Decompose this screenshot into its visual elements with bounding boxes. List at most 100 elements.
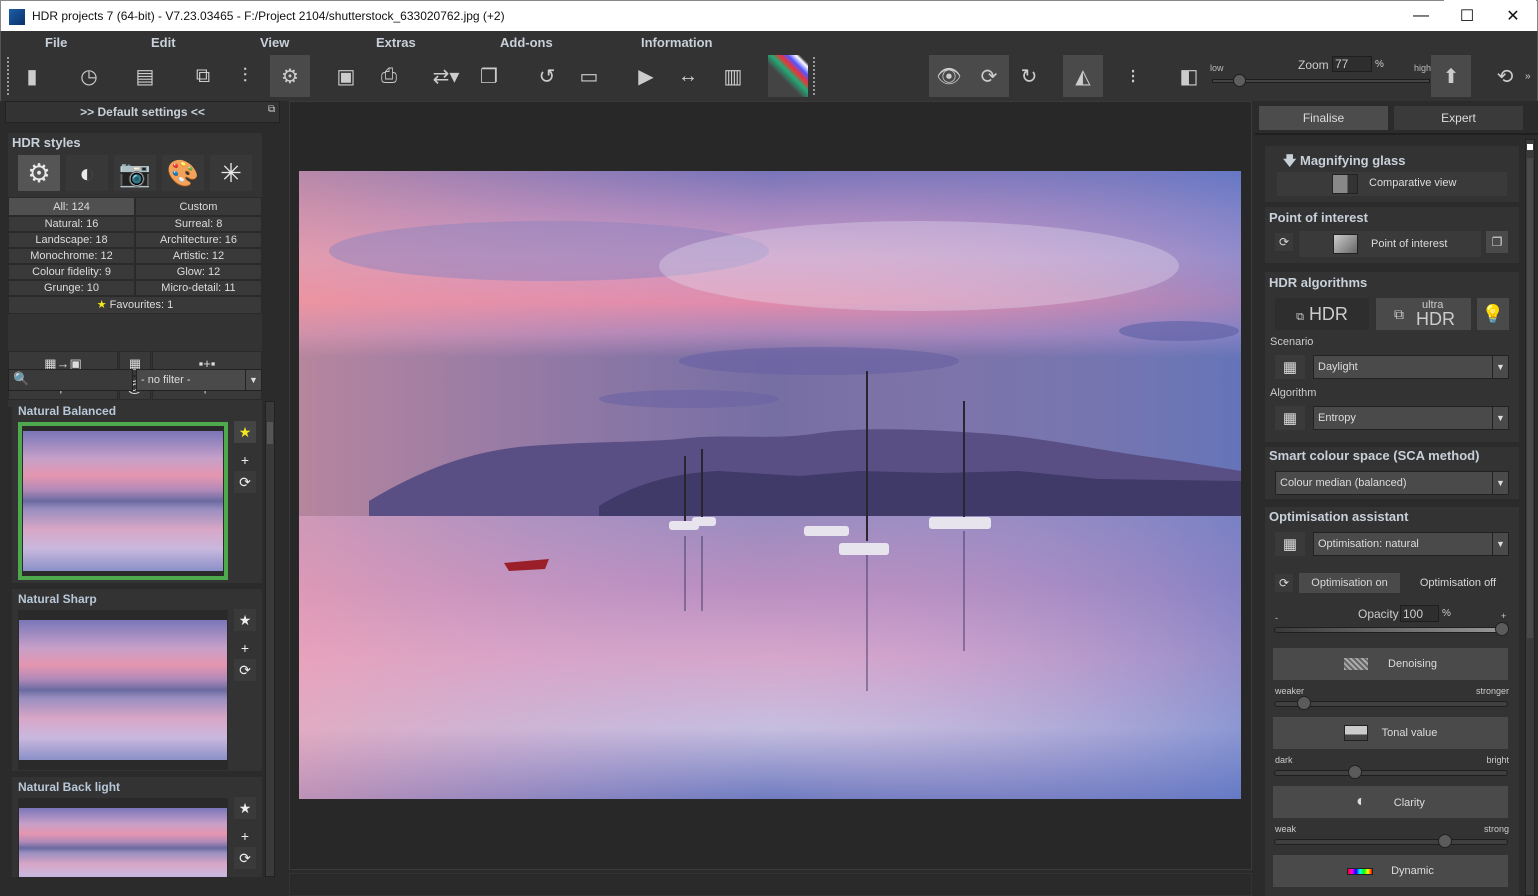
close-button[interactable]: ✕ (1490, 0, 1536, 31)
refresh-icon[interactable]: ⟳ (234, 659, 256, 681)
optimisation-browse-icon[interactable]: ▦ (1275, 532, 1305, 556)
category-glow[interactable]: Glow: 12 (135, 264, 262, 280)
filmstrip-icon[interactable]: ▭ (569, 55, 609, 97)
menu-extras[interactable]: Extras (376, 35, 416, 50)
open-project-icon[interactable]: ▤ (125, 55, 165, 97)
chevron-down-icon[interactable]: ▼ (245, 370, 261, 390)
quality-high-icon[interactable]: ⬆ (1431, 55, 1471, 97)
minimize-button-2[interactable]: — (1398, 0, 1444, 31)
category-artistic[interactable]: Artistic: 12 (135, 248, 262, 264)
category-favourites[interactable]: ★ Favourites: 1 (8, 296, 262, 314)
opacity-slider[interactable] (1274, 622, 1509, 636)
mirror-split-icon[interactable]: ◭ (1063, 55, 1103, 97)
comparative-view-button[interactable]: Comparative view (1277, 172, 1507, 196)
copy-icon[interactable]: ❐ (469, 55, 509, 97)
category-natural[interactable]: Natural: 16 (8, 216, 135, 232)
dynamic-button[interactable]: Dynamic (1273, 855, 1508, 887)
preset-list-scrollbar[interactable] (265, 401, 275, 877)
optimisation-off-button[interactable]: Optimisation off (1407, 573, 1509, 593)
preview-eye-icon[interactable]: 👁 (929, 55, 969, 97)
main-photo[interactable] (299, 171, 1241, 799)
batch-settings-icon[interactable]: ⚙ (270, 55, 310, 97)
chevron-down-icon[interactable]: ▼ (1492, 407, 1508, 429)
denoising-slider[interactable] (1274, 696, 1508, 710)
sparkle-icon[interactable]: ✳ (210, 155, 252, 191)
menu-information[interactable]: Information (641, 35, 713, 50)
save-icon[interactable]: ▣ (326, 55, 366, 97)
menu-view[interactable]: View (260, 35, 289, 50)
category-custom[interactable]: Custom (135, 197, 262, 216)
scenario-select[interactable]: Daylight ▼ (1313, 355, 1509, 379)
chevron-down-icon[interactable]: ▼ (1492, 533, 1508, 555)
redo-icon[interactable]: ↻ (1009, 55, 1049, 97)
preset-thumbnail[interactable] (19, 808, 227, 877)
add-icon[interactable]: + (234, 449, 256, 471)
search-input-box[interactable]: 🔍 (8, 369, 133, 391)
opacity-input[interactable] (1400, 605, 1439, 622)
chevron-down-icon[interactable]: ▼ (1492, 472, 1508, 494)
menu-add-ons[interactable]: Add-ons (500, 35, 553, 50)
favourite-star-icon[interactable]: ★ (234, 797, 256, 819)
image-viewport[interactable] (289, 101, 1252, 870)
preset-card[interactable]: Natural Back light ★ + ⟳ (12, 777, 262, 877)
category-all[interactable]: All: 124 (8, 197, 135, 216)
scrollbar-thumb[interactable] (267, 422, 273, 444)
crop-left-icon[interactable]: ◧ (1169, 55, 1209, 97)
reset-icon[interactable]: ⟳ (1275, 233, 1293, 251)
ultra-hdr-button[interactable]: ⧉ ultra HDR (1376, 298, 1471, 330)
favourite-star-icon[interactable]: ★ (234, 421, 256, 443)
tab-expert[interactable]: Expert (1394, 106, 1523, 130)
magnifier-title[interactable]: 🡇 Magnifying glass (1283, 152, 1405, 174)
category-landscape[interactable]: Landscape: 18 (8, 232, 135, 248)
category-monochrome[interactable]: Monochrome: 12 (8, 248, 135, 264)
optimisation-on-button[interactable]: Optimisation on (1299, 573, 1400, 593)
contrast-sun-icon[interactable]: ◐ (66, 155, 108, 191)
histogram-icon[interactable] (768, 55, 808, 97)
camera-icon[interactable]: 📷 (114, 155, 156, 191)
add-icon[interactable]: + (234, 825, 256, 847)
default-settings-header[interactable]: >> Default settings << (5, 101, 280, 123)
menu-file[interactable]: File (45, 35, 67, 50)
tonal-value-slider-knob[interactable] (1347, 765, 1362, 779)
toolbar-overflow-button[interactable]: » (1525, 71, 1531, 82)
algorithm-select[interactable]: Entropy ▼ (1313, 406, 1509, 430)
scrollbar-thumb[interactable] (1527, 158, 1533, 638)
category-grunge[interactable]: Grunge: 10 (8, 280, 135, 296)
transparency-icon[interactable]: ⁝ (1113, 55, 1153, 97)
new-file-icon[interactable]: ▮ (12, 55, 52, 97)
menu-edit[interactable]: Edit (151, 35, 176, 50)
preset-thumbnail[interactable] (23, 431, 223, 571)
rotate-crop-icon[interactable]: ⟲ (1485, 55, 1525, 97)
gears-icon[interactable]: ⚙ (18, 155, 60, 191)
palette-icon[interactable]: 🎨 (162, 155, 204, 191)
preset-thumbnail[interactable] (19, 620, 227, 760)
hdr-mode-button[interactable]: ⧉ HDR (1275, 298, 1369, 330)
poi-button[interactable]: Point of interest (1299, 231, 1481, 257)
preset-card[interactable]: Natural Balanced ★ + ⟳ (12, 401, 262, 583)
scenario-browse-icon[interactable]: ▦ (1275, 355, 1305, 379)
maximize-button-2[interactable]: ☐ (1444, 0, 1490, 31)
quality-slider[interactable] (1212, 74, 1430, 87)
chevron-down-icon[interactable]: ▼ (1492, 356, 1508, 378)
denoising-button[interactable]: Denoising (1273, 648, 1508, 680)
category-micro-detail[interactable]: Micro-detail: 11 (135, 280, 262, 296)
export-dropdown-icon[interactable]: ⇄▾ (426, 55, 466, 97)
tonal-value-slider[interactable] (1274, 765, 1508, 779)
sca-select[interactable]: Colour median (balanced) ▼ (1275, 471, 1509, 495)
quality-slider-knob[interactable] (1233, 74, 1247, 87)
gallery-icon[interactable]: ⧉ (183, 55, 223, 97)
refresh-icon[interactable]: ⟳ (234, 471, 256, 493)
refresh-icon[interactable]: ⟳ (234, 847, 256, 869)
lightbulb-icon[interactable]: 💡 (1477, 298, 1509, 330)
zoom-input[interactable] (1332, 56, 1372, 72)
right-panel-scrollbar[interactable] (1525, 139, 1535, 896)
compare-split-icon[interactable]: ↔ (668, 55, 708, 97)
filter-select[interactable]: - no filter - ▼ (136, 369, 262, 391)
opacity-slider-knob[interactable] (1495, 622, 1509, 636)
brushes-icon[interactable]: ⫶ (225, 55, 265, 97)
plugin-export-icon[interactable]: ↺ (527, 55, 567, 97)
algorithm-browse-icon[interactable]: ▦ (1275, 406, 1305, 430)
undock-icon[interactable]: ⧉ (268, 104, 275, 115)
favourite-star-icon[interactable]: ★ (234, 609, 256, 631)
clarity-slider-knob[interactable] (1437, 834, 1452, 848)
